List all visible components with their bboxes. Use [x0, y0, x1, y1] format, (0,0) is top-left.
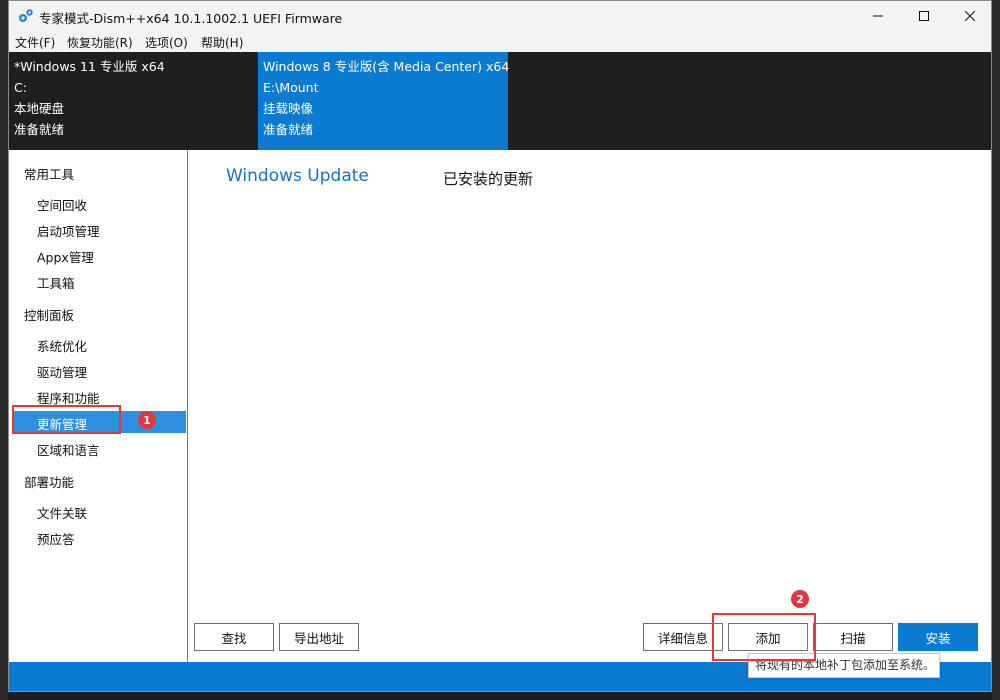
sidebar-item-appx[interactable]: Appx管理: [37, 247, 94, 266]
menu-options[interactable]: 选项(O): [145, 34, 188, 51]
main-area: 常用工具 空间回收 启动项管理 Appx管理 工具箱 控制面板 系统优化 驱动管…: [9, 150, 991, 662]
category-control-panel: 控制面板: [24, 308, 75, 323]
minimize-icon: [873, 15, 883, 17]
session-bar: *Windows 11 专业版 x64 C: 本地硬盘 准备就绪 Windows…: [9, 52, 991, 150]
gear-app-icon: [19, 9, 33, 22]
desktop-background-right: [992, 0, 1000, 700]
maximize-button[interactable]: [901, 1, 947, 31]
sidebar-item-toolbox[interactable]: 工具箱: [37, 273, 75, 292]
close-button[interactable]: [947, 1, 991, 31]
sidebar-item-drivers[interactable]: 驱动管理: [37, 362, 87, 381]
session-mounted-image[interactable]: Windows 8 专业版(含 Media Center) x64 E:\Mou…: [258, 52, 510, 150]
page-title: Windows Update: [226, 166, 369, 186]
install-button[interactable]: 安装: [898, 623, 978, 651]
section-title: 已安装的更新: [443, 170, 534, 188]
menu-help[interactable]: 帮助(H): [201, 34, 243, 51]
session-name: *Windows 11 专业版 x64: [14, 59, 165, 74]
menu-bar: 文件(F) 恢复功能(R) 选项(O) 帮助(H): [9, 31, 991, 52]
close-icon: [965, 11, 975, 21]
export-address-button[interactable]: 导出地址: [279, 623, 359, 651]
sidebar-item-system-optimize[interactable]: 系统优化: [37, 336, 87, 355]
maximize-icon: [919, 11, 929, 21]
sidebar-item-startup[interactable]: 启动项管理: [37, 221, 100, 240]
annotation-badge-1: 1: [138, 411, 156, 429]
session-type: 本地硬盘: [14, 101, 65, 116]
window-title: 专家模式-Dism++x64 10.1.1002.1 UEFI Firmware: [39, 11, 343, 26]
find-button[interactable]: 查找: [194, 623, 274, 651]
minimize-button[interactable]: [855, 1, 901, 31]
session-path: E:\Mount: [263, 80, 319, 95]
menu-file[interactable]: 文件(F): [15, 34, 55, 51]
session-status: 准备就绪: [14, 122, 65, 137]
scan-button[interactable]: 扫描: [813, 623, 893, 651]
sidebar-item-file-association[interactable]: 文件关联: [37, 503, 87, 522]
content-panel: Windows Update 已安装的更新 查找 导出地址 详细信息 添加 扫描…: [188, 150, 991, 662]
details-button[interactable]: 详细信息: [643, 623, 723, 651]
session-local-system[interactable]: *Windows 11 专业版 x64 C: 本地硬盘 准备就绪: [9, 52, 258, 150]
session-path: C:: [14, 80, 27, 95]
sidebar-item-region-language[interactable]: 区域和语言: [37, 440, 100, 459]
session-status: 准备就绪: [263, 122, 314, 137]
sidebar-item-preanswer[interactable]: 预应答: [37, 529, 75, 548]
annotation-box-1: [12, 405, 121, 434]
category-common-tools: 常用工具: [24, 167, 75, 182]
app-window: 专家模式-Dism++x64 10.1.1002.1 UEFI Firmware…: [8, 0, 992, 692]
sidebar-item-space-reclaim[interactable]: 空间回收: [37, 195, 87, 214]
session-name: Windows 8 专业版(含 Media Center) x64: [263, 59, 510, 74]
menu-restore[interactable]: 恢复功能(R): [67, 34, 133, 51]
annotation-badge-2: 2: [791, 590, 809, 608]
title-bar: 专家模式-Dism++x64 10.1.1002.1 UEFI Firmware: [9, 1, 991, 31]
session-type: 挂载映像: [263, 101, 314, 116]
category-deployment: 部署功能: [24, 475, 75, 490]
desktop-background-left: [0, 0, 8, 700]
annotation-box-2: [712, 613, 816, 661]
